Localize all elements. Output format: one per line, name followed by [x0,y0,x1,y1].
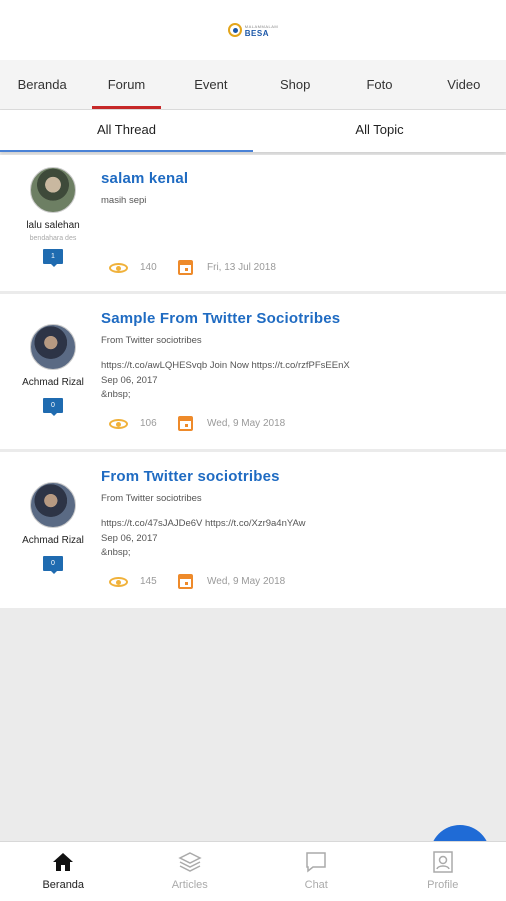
calendar-icon [178,416,193,431]
reply-count-badge: 0 [43,556,63,571]
thread-author: Achmad Rizal 0 [0,324,106,413]
avatar[interactable] [30,324,76,370]
bottom-nav-beranda[interactable]: Beranda [0,842,127,901]
author-name: lalu salehan [0,220,106,231]
avatar[interactable] [30,167,76,213]
reply-count-badge: 1 [43,249,63,264]
app-logo: MALAMMALAM BESA [228,23,278,37]
thread-meta: 145 Wed, 9 May 2018 [109,574,285,589]
logo-big-text: BESA [245,30,278,37]
thread-meta: 140 Fri, 13 Jul 2018 [109,260,276,275]
thread-description: masih sepi [101,195,496,206]
thread-date: Fri, 13 Jul 2018 [207,262,276,273]
thread-author: Achmad Rizal 0 [0,482,106,571]
tab-all-thread[interactable]: All Thread [0,110,253,152]
bottom-nav-label: Chat [253,879,380,891]
eye-icon [109,419,128,429]
chat-icon [304,850,328,874]
author-name: Achmad Rizal [0,377,106,388]
view-count: 106 [140,418,178,429]
app-header: MALAMMALAM BESA [0,0,506,60]
calendar-icon [178,260,193,275]
thread-author: lalu salehan bendahara des 1 [0,167,106,264]
tab-forum[interactable]: Forum [84,60,168,109]
tab-shop[interactable]: Shop [253,60,337,109]
tab-foto[interactable]: Foto [337,60,421,109]
thread-body: https://t.co/47sJAJDe6V https://t.co/Xzr… [101,517,496,561]
thread-meta: 106 Wed, 9 May 2018 [109,416,285,431]
tab-all-topic[interactable]: All Topic [253,110,506,152]
thread-card[interactable]: Achmad Rizal 0 From Twitter sociotribes … [0,452,506,608]
thread-title[interactable]: From Twitter sociotribes [101,468,496,485]
calendar-icon [178,574,193,589]
bottom-nav-label: Articles [127,879,254,891]
bottom-nav-articles[interactable]: Articles [127,842,254,901]
thread-card[interactable]: Achmad Rizal 0 Sample From Twitter Socio… [0,294,506,449]
tab-event[interactable]: Event [169,60,253,109]
bottom-nav-label: Beranda [0,879,127,891]
thread-date: Wed, 9 May 2018 [207,418,285,429]
bottom-nav-profile[interactable]: Profile [380,842,506,901]
thread-title[interactable]: Sample From Twitter Sociotribes [101,310,496,327]
thread-body: https://t.co/awLQHESvqb Join Now https:/… [101,359,496,403]
reply-count-badge: 0 [43,398,63,413]
thread-title[interactable]: salam kenal [101,170,496,187]
tab-video[interactable]: Video [422,60,506,109]
thread-description: From Twitter sociotribes [101,493,496,504]
bottom-nav-label: Profile [380,879,506,891]
view-count: 140 [140,262,178,273]
thread-list: lalu salehan bendahara des 1 salam kenal… [0,155,506,611]
avatar[interactable] [30,482,76,528]
layers-icon [178,850,202,874]
tab-beranda[interactable]: Beranda [0,60,84,109]
eye-icon [109,263,128,273]
view-count: 145 [140,576,178,587]
logo-mark-icon [228,23,242,37]
author-role: bendahara des [0,235,106,242]
forum-sub-tabs: All Thread All Topic [0,110,506,152]
thread-card[interactable]: lalu salehan bendahara des 1 salam kenal… [0,155,506,291]
bottom-nav-chat[interactable]: Chat [253,842,380,901]
home-icon [51,850,75,874]
thread-date: Wed, 9 May 2018 [207,576,285,587]
bottom-nav: Beranda Articles Chat Profile [0,841,506,901]
eye-icon [109,577,128,587]
main-nav-tabs: Beranda Forum Event Shop Foto Video [0,60,506,110]
author-name: Achmad Rizal [0,535,106,546]
thread-description: From Twitter sociotribes [101,335,496,346]
profile-icon [431,850,455,874]
